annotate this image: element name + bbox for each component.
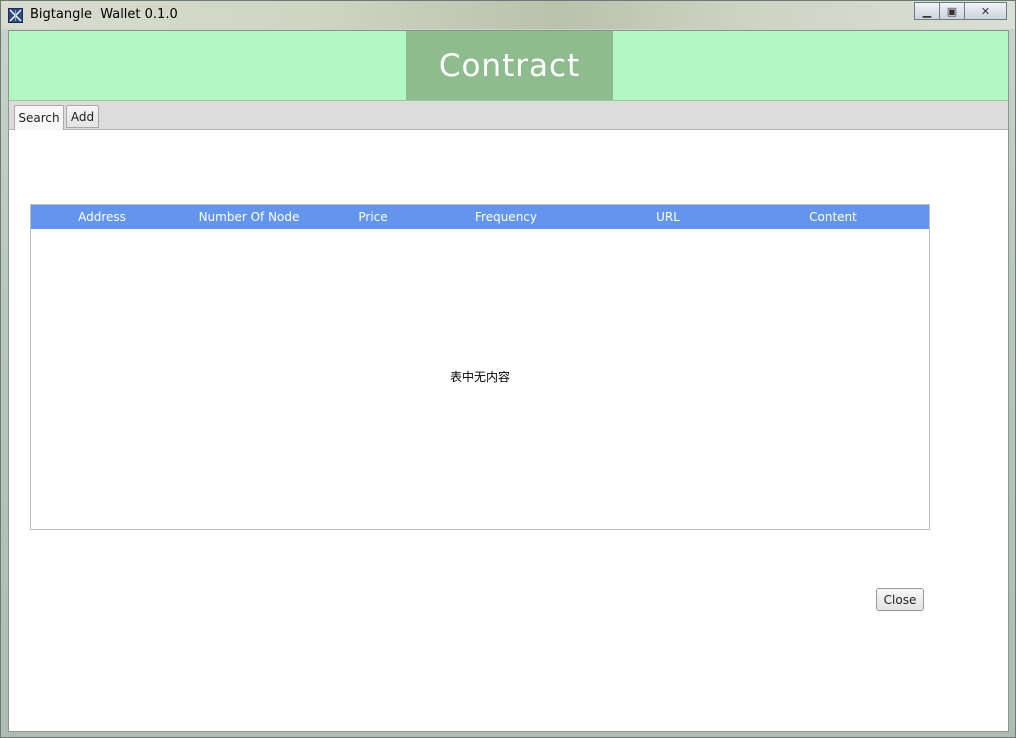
tab-add[interactable]: Add	[66, 105, 99, 128]
window-title: Bigtangle Wallet 0.1.0	[30, 7, 178, 22]
header-band: Contract	[9, 31, 1008, 101]
maximize-icon: ▣	[946, 4, 958, 18]
window-controls: ▁ ▣ ✕	[914, 2, 1007, 20]
minimize-icon: ▁	[922, 4, 932, 18]
app-window: Bigtangle Wallet 0.1.0 ▁ ▣ ✕ Contract Se…	[0, 0, 1016, 738]
title-bar[interactable]: Bigtangle Wallet 0.1.0 ▁ ▣ ✕	[1, 1, 1015, 29]
column-header-price[interactable]: Price	[325, 205, 421, 229]
header-title-box: Contract	[406, 31, 613, 100]
close-icon: ✕	[980, 4, 991, 18]
tab-search[interactable]: Search	[14, 105, 64, 130]
contract-table[interactable]: Address Number Of Node Price Frequency U…	[30, 204, 930, 530]
column-header-url[interactable]: URL	[591, 205, 745, 229]
client-area: Contract Search Add Address Number Of No…	[8, 30, 1009, 732]
minimize-button[interactable]: ▁	[914, 2, 940, 20]
page-title: Contract	[438, 47, 581, 84]
table-empty-message: 表中无内容	[449, 370, 510, 384]
tab-bar: Search Add	[9, 101, 1008, 130]
maximize-button[interactable]: ▣	[939, 2, 965, 20]
table-header: Address Number Of Node Price Frequency U…	[31, 205, 929, 229]
app-logo-icon	[8, 8, 23, 23]
column-header-frequency[interactable]: Frequency	[421, 205, 591, 229]
column-header-address[interactable]: Address	[31, 205, 173, 229]
column-header-number-of-node[interactable]: Number Of Node	[173, 205, 325, 229]
column-header-content[interactable]: Content	[745, 205, 921, 229]
close-button[interactable]: Close	[876, 588, 924, 611]
close-window-button[interactable]: ✕	[964, 2, 1007, 20]
